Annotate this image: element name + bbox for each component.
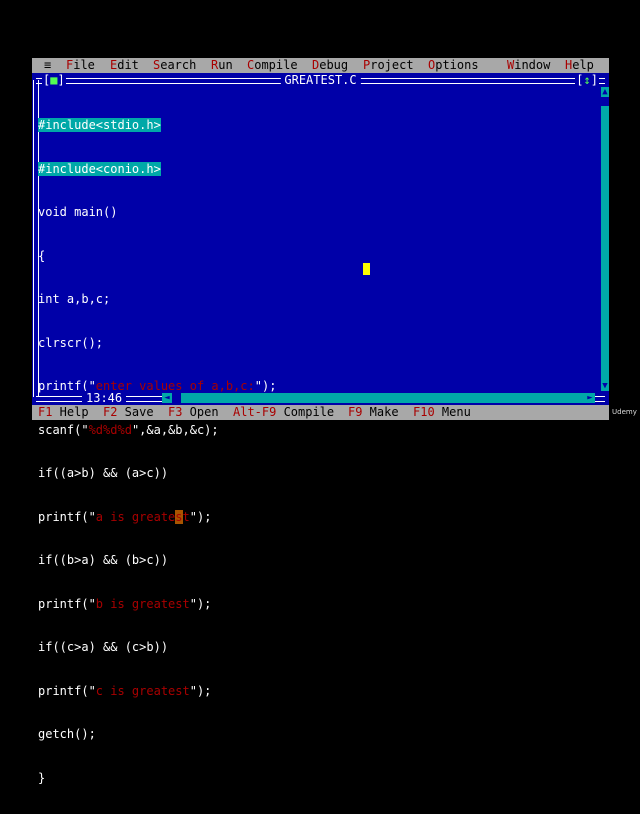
code-line: getch(); (38, 727, 96, 741)
system-menu-icon[interactable]: ≡ (44, 58, 51, 73)
menu-project[interactable]: Project (363, 58, 414, 73)
menu-window[interactable]: Window (507, 58, 550, 73)
vertical-scrollbar[interactable]: ▲ ▼ (601, 87, 609, 391)
code-line: printf("b is greatest"); (38, 596, 212, 611)
close-icon: ■ (50, 73, 58, 87)
menu-bar: ≡ File Edit Search Run Compile Debug Pro… (32, 58, 609, 73)
code-line: } (38, 770, 46, 785)
status-make[interactable]: F9 Make (348, 405, 399, 420)
udemy-logo: Udemy (612, 408, 637, 416)
menu-options[interactable]: Options (428, 58, 479, 73)
window-frame-bottom: 13:46 ◄ ► (32, 391, 609, 405)
menu-search[interactable]: Search (153, 58, 196, 73)
code-editor[interactable]: #include<stdio.h> #include<conio.h> void… (38, 89, 593, 785)
status-menu[interactable]: F10 Menu (413, 405, 471, 420)
status-help[interactable]: F1 Help (38, 405, 89, 420)
code-line: #include<stdio.h> (38, 118, 161, 132)
status-open[interactable]: F3 Open (168, 405, 219, 420)
menu-run[interactable]: Run (211, 58, 233, 73)
text-cursor (363, 263, 370, 275)
menu-help[interactable]: Help (565, 58, 594, 73)
status-save[interactable]: F2 Save (103, 405, 154, 420)
horizontal-scroll-thumb[interactable] (172, 393, 181, 403)
status-bar: F1 Help F2 Save F3 Open Alt-F9 Compile F… (32, 405, 609, 420)
zoom-icon: ↕ (583, 73, 591, 87)
turbo-c-ide: ≡ File Edit Search Run Compile Debug Pro… (32, 58, 609, 785)
status-compile[interactable]: Alt-F9 Compile (233, 405, 334, 420)
menu-edit[interactable]: Edit (110, 58, 139, 73)
code-line: printf("a is greatest"); (38, 509, 212, 524)
horizontal-scrollbar[interactable]: ◄ ► (162, 393, 595, 403)
code-line: void main() (38, 205, 118, 219)
code-line: printf("c is greatest"); (38, 683, 212, 698)
code-line: if((c>a) && (c>b)) (38, 640, 169, 654)
menu-file[interactable]: File (66, 58, 95, 73)
code-line: scanf("%d%d%d",&a,&b,&c); (38, 422, 219, 437)
editor-window: [■] GREATEST.C [↕] ▲ ▼ #include<stdio.h>… (32, 73, 609, 785)
code-line: #include<conio.h> (38, 161, 161, 176)
zoom-box[interactable]: [↕] (575, 73, 599, 87)
scroll-right-arrow-icon[interactable]: ► (585, 393, 595, 403)
code-line: { (38, 248, 46, 263)
vertical-scroll-thumb[interactable] (601, 97, 609, 106)
window-title: GREATEST.C (280, 73, 361, 87)
cursor-position: 13:46 (82, 391, 127, 405)
menu-compile[interactable]: Compile (247, 58, 298, 73)
code-line: clrscr(); (38, 335, 104, 350)
scroll-left-arrow-icon[interactable]: ◄ (162, 393, 172, 403)
window-frame-top: [■] GREATEST.C [↕] (32, 73, 609, 87)
code-line: if((b>a) && (b>c)) (38, 553, 169, 567)
close-box[interactable]: [■] (42, 73, 66, 87)
code-line: if((a>b) && (a>c)) (38, 466, 169, 480)
scroll-up-arrow-icon[interactable]: ▲ (601, 87, 609, 97)
code-line: int a,b,c; (38, 292, 111, 306)
scroll-down-arrow-icon[interactable]: ▼ (601, 381, 609, 391)
menu-debug[interactable]: Debug (312, 58, 348, 73)
